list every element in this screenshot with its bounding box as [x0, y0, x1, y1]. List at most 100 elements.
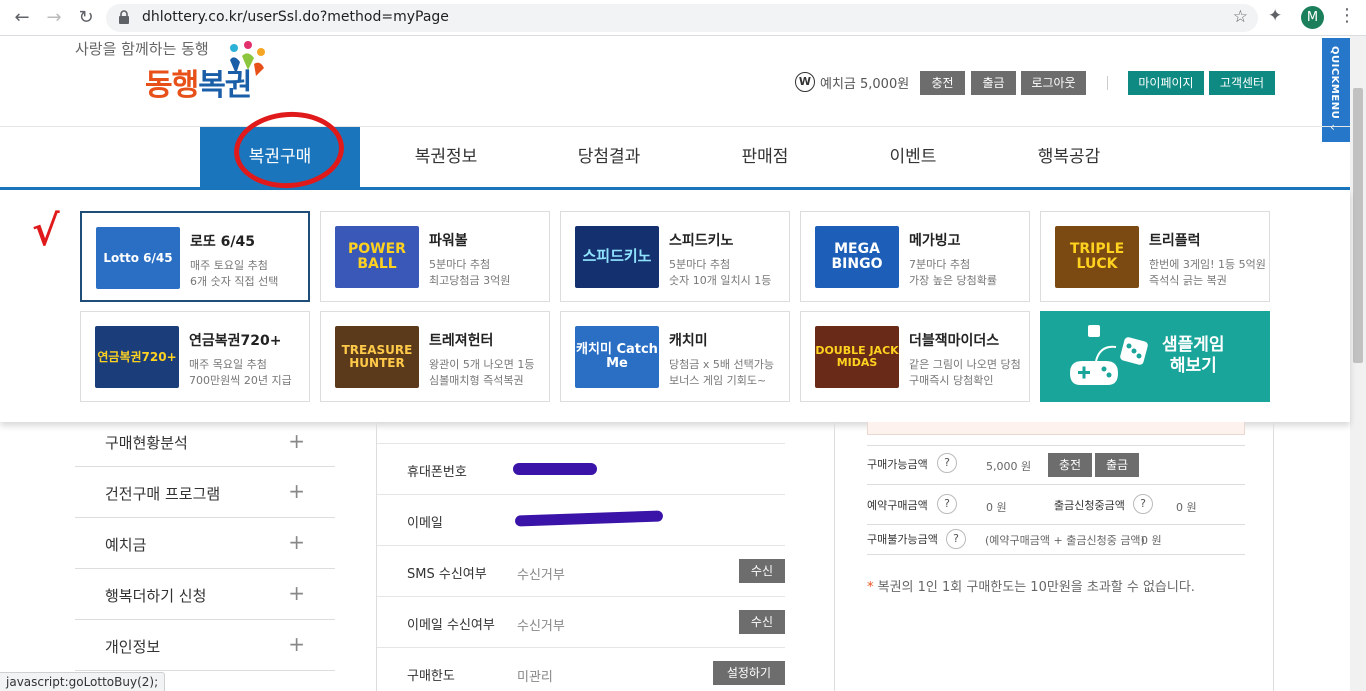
- available-value: 5,000 원: [986, 460, 1032, 473]
- info-row-email-consent: 이메일 수신여부 수신거부 수신: [377, 597, 785, 648]
- game-name: 파워볼: [429, 233, 468, 249]
- browser-status-bar: javascript:goLottoBuy(2);: [0, 672, 166, 691]
- plus-icon: +: [288, 632, 305, 656]
- gnb-events[interactable]: 이벤트: [833, 127, 993, 188]
- game-card-lotto645[interactable]: Lotto 6/45 로또 6/45 매주 토요일 추첨 6개 숫자 직접 선택: [80, 211, 310, 302]
- game-card-treasurehunter[interactable]: TREASURE HUNTER 트레져헌터 왕관이 5개 나오면 1등 심볼매치…: [320, 311, 550, 402]
- game-desc: 구매즉시 당첨확인: [909, 374, 994, 387]
- browser-menu-icon[interactable]: ⋮: [1338, 5, 1356, 26]
- page-scrollbar[interactable]: [1350, 36, 1366, 691]
- side-menu-item[interactable]: 개인정보 +: [75, 620, 335, 671]
- deposit-charge-button[interactable]: 충전: [1048, 453, 1093, 477]
- game-card-speedkeno[interactable]: 스피드키노 스피드키노 5분마다 추첨 숫자 10개 일치시 1등: [560, 211, 790, 302]
- member-info-panel: 휴대폰번호 이메일 SMS 수신여부 수신거부 수신 이메일 수신여부 수신거부…: [376, 422, 785, 691]
- sample-game-button[interactable]: 샘플게임 해보기: [1040, 311, 1270, 402]
- purchase-limit-notice: * 복권의 1인 1회 구매한도는 10만원을 초과할 수 없습니다.: [867, 576, 1195, 595]
- game-desc: 6개 숫자 직접 선택: [190, 275, 279, 288]
- gnb-winning-results[interactable]: 당첨결과: [529, 127, 689, 188]
- red-check-annotation: √: [32, 206, 60, 255]
- mypage-button[interactable]: 마이페이지: [1128, 71, 1204, 95]
- email-consent-value: 수신거부: [517, 619, 565, 634]
- lotto645-thumbnail: Lotto 6/45: [96, 227, 180, 289]
- game-card-catchme[interactable]: 캐치미 Catch Me 캐치미 당첨금 x 5배 선택가능 보너스 게임 기회…: [560, 311, 790, 402]
- deposit-total-box: [867, 422, 1245, 435]
- speedkeno-thumbnail: 스피드키노: [575, 226, 659, 288]
- email-receive-button[interactable]: 수신: [738, 610, 785, 634]
- game-card-pension720[interactable]: 연금복권720+ 연금복권720+ 매주 목요일 추첨 700만원씩 20년 지…: [80, 311, 310, 402]
- extensions-puzzle-icon[interactable]: ✦: [1268, 6, 1282, 26]
- game-card-doublejackmidas[interactable]: DOUBLE JACK MIDAS 더블잭마이더스 같은 그림이 나오면 당첨 …: [800, 311, 1030, 402]
- game-desc: 5분마다 추첨: [669, 258, 731, 271]
- game-card-tripleluck[interactable]: TRIPLE LUCK 트리플럭 한번에 3게임! 1등 5억원 즉석식 긁는 …: [1040, 211, 1270, 302]
- sample-game-line2: 해보기: [1169, 356, 1217, 376]
- game-card-powerball[interactable]: POWER BALL 파워볼 5분마다 추첨 최고당첨금 3억원: [320, 211, 550, 302]
- logo-text-part1: 동행: [145, 68, 199, 103]
- game-desc: 즉석식 긁는 복권: [1149, 274, 1227, 287]
- url-text: dhlottery.co.kr/userSsl.do?method=myPage: [142, 9, 449, 25]
- game-name: 연금복권720+: [189, 333, 282, 349]
- game-desc: 심볼매치형 즉석복권: [429, 374, 524, 387]
- side-menu-item[interactable]: 행복더하기 신청 +: [75, 569, 335, 620]
- mypage-side-menu: 구매현황분석 + 건전구매 프로그램 + 예치금 + 행복더하기 신청 + 개인정보 +: [75, 422, 335, 671]
- game-desc: 같은 그림이 나오면 당첨: [909, 358, 1021, 371]
- game-name: 로또 6/45: [190, 234, 255, 250]
- game-name: 캐치미: [669, 333, 708, 349]
- reserved-value: 0 원: [986, 501, 1007, 514]
- browser-toolbar: ← → ↻ dhlottery.co.kr/userSsl.do?method=…: [0, 0, 1366, 36]
- help-icon[interactable]: ?: [937, 453, 957, 473]
- gnb-stores[interactable]: 판매점: [685, 127, 845, 188]
- sms-receive-button[interactable]: 수신: [738, 559, 785, 583]
- lottery-purchase-dropdown: Lotto 6/45 로또 6/45 매주 토요일 추첨 6개 숫자 직접 선택…: [0, 190, 1350, 422]
- gnb-happy-space[interactable]: 행복공감: [989, 127, 1149, 188]
- help-icon[interactable]: ?: [937, 494, 957, 514]
- game-desc: 최고당첨금 3억원: [429, 274, 511, 287]
- sample-game-line1: 샘플게임: [1162, 335, 1225, 355]
- game-name: 메가빙고: [909, 233, 961, 249]
- gnb-lottery-info[interactable]: 복권정보: [366, 127, 526, 188]
- address-bar[interactable]: dhlottery.co.kr/userSsl.do?method=myPage…: [106, 4, 1258, 32]
- redaction-scribble: [514, 510, 664, 527]
- game-desc: 7분마다 추첨: [909, 258, 971, 271]
- megabingo-thumbnail: MEGA BINGO: [815, 226, 899, 288]
- forward-arrow-icon[interactable]: →: [42, 6, 66, 30]
- bookmark-star-icon[interactable]: ☆: [1233, 7, 1248, 27]
- side-menu-item[interactable]: 구매현황분석 +: [75, 422, 335, 467]
- lock-icon: [119, 10, 129, 24]
- back-arrow-icon[interactable]: ←: [10, 6, 34, 30]
- catchme-thumbnail: 캐치미 Catch Me: [575, 326, 659, 388]
- withdraw-button[interactable]: 출금: [971, 71, 1016, 95]
- help-icon[interactable]: ?: [946, 529, 966, 549]
- side-menu-item[interactable]: 예치금 +: [75, 518, 335, 569]
- customer-center-button[interactable]: 고객센터: [1209, 71, 1275, 95]
- info-row-email: 이메일: [377, 495, 785, 546]
- deposit-won-icon: W: [795, 72, 815, 92]
- scrollbar-thumb[interactable]: [1353, 88, 1363, 363]
- reserved-label: 예약구매금액: [867, 499, 928, 512]
- pension720-thumbnail: 연금복권720+: [95, 326, 179, 388]
- help-icon[interactable]: ?: [1133, 494, 1153, 514]
- game-name: 더블잭마이더스: [909, 333, 1000, 349]
- unavailable-note: (예약구매금액 + 출금신청중 금액): [985, 534, 1145, 547]
- charge-button[interactable]: 충전: [920, 71, 965, 95]
- reload-icon[interactable]: ↻: [74, 6, 98, 30]
- game-desc: 5분마다 추첨: [429, 258, 491, 271]
- notice-asterisk: *: [867, 580, 874, 595]
- profile-avatar[interactable]: M: [1301, 6, 1324, 29]
- game-card-megabingo[interactable]: MEGA BINGO 메가빙고 7분마다 추첨 가장 높은 당첨확률: [800, 211, 1030, 302]
- doublejackmidas-thumbnail: DOUBLE JACK MIDAS: [815, 326, 899, 388]
- logo-slogan: 사랑을 함께하는 동행: [75, 40, 209, 58]
- game-desc: 매주 목요일 추첨: [189, 358, 267, 371]
- deposit-withdraw-button[interactable]: 출금: [1095, 453, 1140, 477]
- game-name: 트레져헌터: [429, 333, 494, 349]
- plus-icon: +: [288, 530, 305, 554]
- tripleluck-thumbnail: TRIPLE LUCK: [1055, 226, 1139, 288]
- sms-consent-label: SMS 수신여부: [407, 567, 487, 582]
- unavailable-label: 구매불가능금액: [867, 533, 938, 546]
- treasurehunter-thumbnail: TREASURE HUNTER: [335, 326, 419, 388]
- side-menu-item[interactable]: 건전구매 프로그램 +: [75, 467, 335, 518]
- game-name: 스피드키노: [669, 233, 734, 249]
- logout-button[interactable]: 로그아웃: [1021, 71, 1086, 95]
- limit-settings-button[interactable]: 설정하기: [712, 661, 785, 685]
- logo-people-icon: [230, 41, 265, 76]
- withdraw-pending-label: 출금신청중금액: [1054, 499, 1125, 512]
